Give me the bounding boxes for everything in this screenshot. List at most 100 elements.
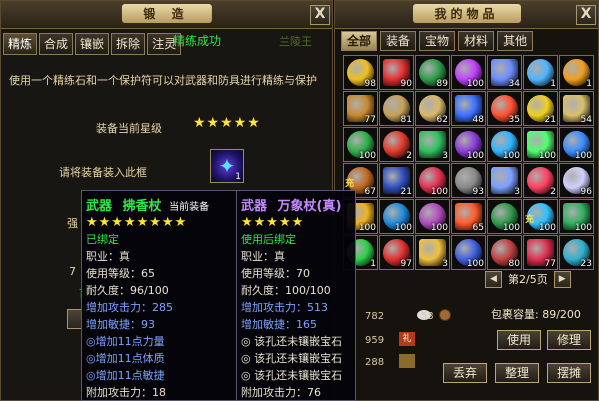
item-quantity: 62 bbox=[436, 115, 448, 125]
extra-attack-row: 附加攻击力：18 bbox=[86, 386, 166, 399]
use-button[interactable]: 使用 bbox=[497, 330, 542, 350]
page-navigator: ◀ 第2/5页 ▶ bbox=[485, 270, 571, 288]
item-quantity: 1 bbox=[550, 79, 556, 89]
bind-status: 已绑定 bbox=[86, 233, 119, 246]
inventory-slot[interactable]: 100 bbox=[559, 127, 594, 162]
item-quantity: 81 bbox=[400, 115, 412, 125]
item-quantity: 2 bbox=[550, 187, 556, 197]
item-quantity: 100 bbox=[430, 223, 448, 233]
copper-coin-icon bbox=[439, 309, 451, 321]
inventory-slot[interactable]: 89 bbox=[415, 55, 450, 90]
inventory-slot[interactable]: 100 bbox=[451, 55, 486, 90]
inventory-slot[interactable]: 100 bbox=[559, 199, 594, 234]
item-quantity: 77 bbox=[364, 115, 376, 125]
inventory-slot[interactable]: 2 bbox=[523, 163, 558, 198]
inventory-slot[interactable]: 100 bbox=[379, 199, 414, 234]
inventory-slot[interactable]: 21 bbox=[523, 91, 558, 126]
current-equipment-tooltip: 武器 拂香杖 当前装备 ★★★★★★★★ 已绑定 职业：真 使用等级：65 耐久… bbox=[81, 190, 239, 401]
inventory-slot[interactable]: 35 bbox=[487, 91, 522, 126]
item-quantity: 96 bbox=[580, 187, 592, 197]
next-page-icon[interactable]: ▶ bbox=[553, 270, 571, 288]
item-quantity: 77 bbox=[544, 259, 556, 269]
inventory-titlebar[interactable]: 我的物品 X bbox=[335, 1, 598, 29]
tab-remove[interactable]: 拆除 bbox=[111, 33, 146, 55]
item-name: 拂香杖 bbox=[122, 199, 162, 214]
item-quantity: 90 bbox=[400, 79, 412, 89]
inventory-slot[interactable]: 2 bbox=[379, 127, 414, 162]
inventory-slot[interactable]: 21 bbox=[379, 163, 414, 198]
forge-titlebar[interactable]: 锻 造 X bbox=[1, 1, 332, 29]
item-quantity: 89 bbox=[436, 79, 448, 89]
inventory-slot[interactable]: 100 bbox=[415, 199, 450, 234]
inventory-slot[interactable]: 100 bbox=[415, 163, 450, 198]
strengthen-label: 强 bbox=[67, 217, 78, 230]
attack-row: 增加攻击力：285 bbox=[86, 301, 173, 314]
refine-description: 使用一个精练石和一个保护符可以对武器和防具进行精练与保护 bbox=[9, 74, 317, 87]
bonus-row: ◎增加11点体质 bbox=[86, 352, 165, 365]
tab-treasure[interactable]: 宝物 bbox=[419, 31, 456, 51]
prev-page-icon[interactable]: ◀ bbox=[485, 270, 502, 288]
tab-combine[interactable]: 合成 bbox=[39, 33, 74, 55]
inventory-slot[interactable]: 34 bbox=[487, 55, 522, 90]
agility-row: 增加敏捷：93 bbox=[86, 318, 155, 331]
inventory-slot[interactable]: 62 bbox=[415, 91, 450, 126]
inventory-slot[interactable]: 80 bbox=[487, 235, 522, 270]
inventory-slot[interactable]: 100 bbox=[343, 127, 378, 162]
inventory-slot[interactable]: 77 bbox=[343, 91, 378, 126]
bound-gold-amount: 959 bbox=[365, 335, 385, 346]
inventory-slot[interactable]: 3 bbox=[415, 127, 450, 162]
tab-all[interactable]: 全部 bbox=[341, 31, 378, 51]
item-quantity: 2 bbox=[406, 151, 412, 161]
agility-row: 增加敏捷：165 bbox=[241, 318, 317, 331]
tab-equipment[interactable]: 装备 bbox=[380, 31, 417, 51]
tab-other[interactable]: 其他 bbox=[497, 31, 534, 51]
item-quantity: 3 bbox=[514, 187, 520, 197]
repair-button[interactable]: 修理 bbox=[547, 330, 592, 350]
inventory-slot[interactable]: 93 bbox=[451, 163, 486, 198]
equipment-slot[interactable]: ✦ 1 bbox=[210, 149, 244, 183]
coin-amount: 53 bbox=[421, 311, 434, 322]
socket-row: ◎ 该孔还未镶嵌宝石 bbox=[241, 335, 343, 348]
inventory-slot[interactable]: 3 bbox=[415, 235, 450, 270]
tab-inlay[interactable]: 镶嵌 bbox=[75, 33, 110, 55]
star-level-label: 装备当前星级 bbox=[96, 122, 162, 135]
item-quantity: 21 bbox=[544, 115, 556, 125]
equip-slot-label: 请将装备装入此框 bbox=[59, 166, 147, 179]
inventory-slot[interactable]: 100 bbox=[523, 127, 558, 162]
item-quantity: 98 bbox=[364, 79, 376, 89]
inventory-slot[interactable]: 77 bbox=[523, 235, 558, 270]
inventory-slot[interactable]: 96 bbox=[559, 163, 594, 198]
inventory-slot[interactable]: 1 bbox=[559, 55, 594, 90]
item-quantity: 100 bbox=[358, 151, 376, 161]
tab-refine[interactable]: 精炼 bbox=[3, 33, 38, 55]
inventory-slot[interactable]: 65 bbox=[451, 199, 486, 234]
forge-title: 锻 造 bbox=[121, 4, 212, 23]
inventory-slot[interactable]: 90 bbox=[379, 55, 414, 90]
inventory-slot[interactable]: 100 bbox=[451, 127, 486, 162]
forge-close-button[interactable]: X bbox=[310, 5, 330, 25]
inventory-close-button[interactable]: X bbox=[576, 5, 596, 25]
inventory-slot[interactable]: 100 bbox=[487, 199, 522, 234]
inventory-slot[interactable]: 81 bbox=[379, 91, 414, 126]
inventory-slot[interactable]: 97 bbox=[379, 235, 414, 270]
inventory-slot[interactable]: 54 bbox=[559, 91, 594, 126]
stall-button[interactable]: 摆摊 bbox=[547, 363, 592, 383]
inventory-tabs: 全部 装备 宝物 材料 其他 bbox=[341, 31, 536, 51]
socket-row: ◎ 该孔还未镶嵌宝石 bbox=[241, 369, 343, 382]
discard-button[interactable]: 丢弃 bbox=[443, 363, 488, 383]
inventory-slot[interactable]: 98 bbox=[343, 55, 378, 90]
inventory-slot[interactable]: 100 bbox=[487, 127, 522, 162]
inventory-title: 我的物品 bbox=[412, 4, 521, 23]
inventory-slot[interactable]: 23 bbox=[559, 235, 594, 270]
level-row: 使用等级：70 bbox=[241, 267, 310, 280]
item-badge: 充 bbox=[525, 215, 535, 225]
inventory-slot[interactable]: 1 bbox=[523, 55, 558, 90]
inventory-slot[interactable]: 48 bbox=[451, 91, 486, 126]
inventory-slot[interactable]: 3 bbox=[487, 163, 522, 198]
item-quantity: 65 bbox=[472, 223, 484, 233]
inventory-slot[interactable]: 充 100 bbox=[523, 199, 558, 234]
durability-row: 耐久度：96/100 bbox=[86, 284, 169, 297]
tab-material[interactable]: 材料 bbox=[458, 31, 495, 51]
sort-button[interactable]: 整理 bbox=[495, 363, 540, 383]
inventory-slot[interactable]: 100 bbox=[451, 235, 486, 270]
